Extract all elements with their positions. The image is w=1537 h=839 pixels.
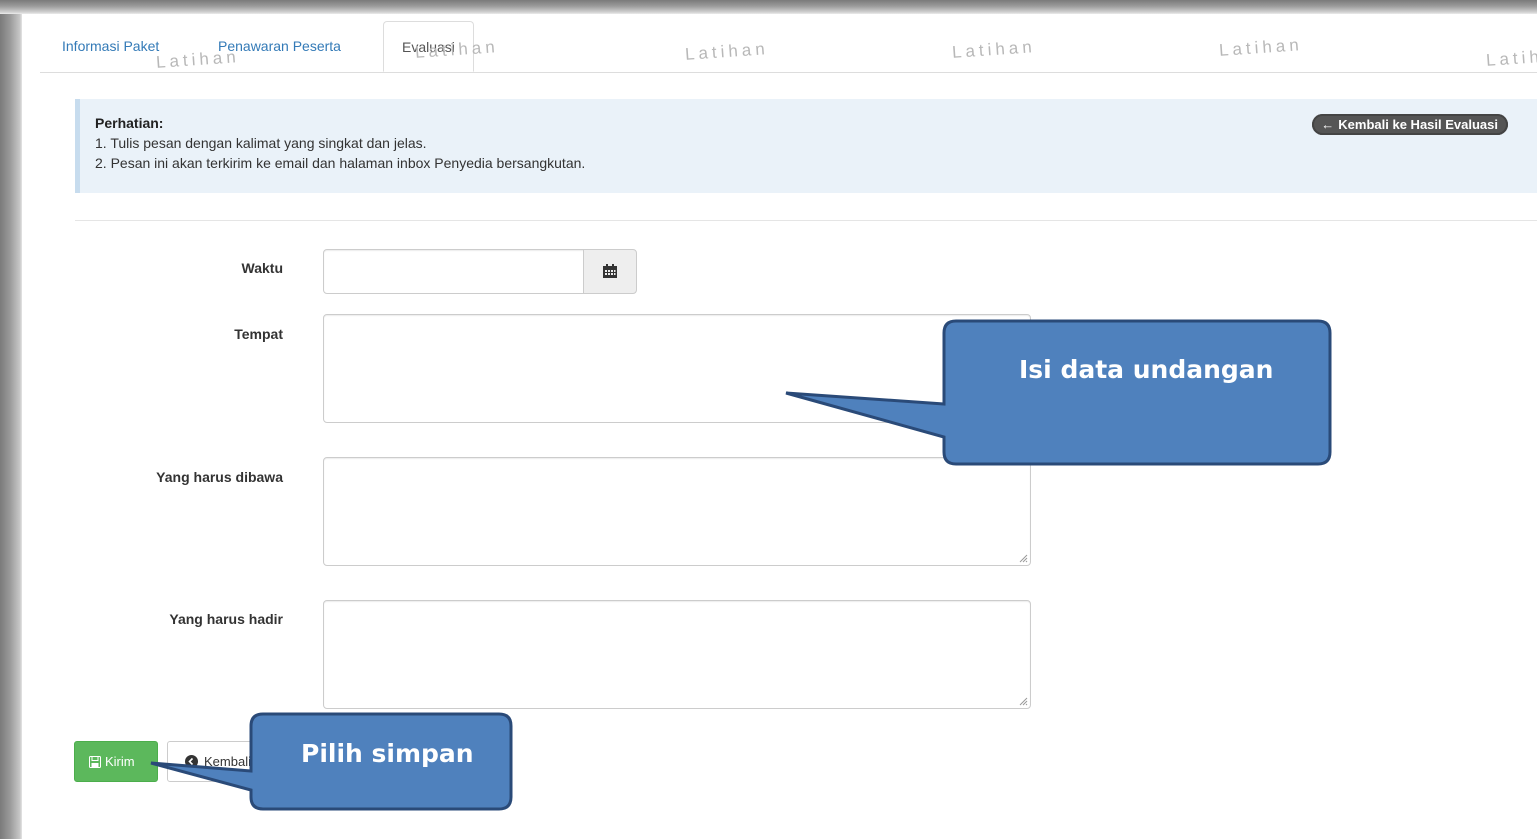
callout-isi-data-text: Isi data undangan (1019, 355, 1274, 384)
callout-isi-data-shape (785, 319, 1332, 466)
callout-shapes (150, 319, 1332, 811)
callout-pilih-simpan-text: Pilih simpan (301, 739, 474, 768)
